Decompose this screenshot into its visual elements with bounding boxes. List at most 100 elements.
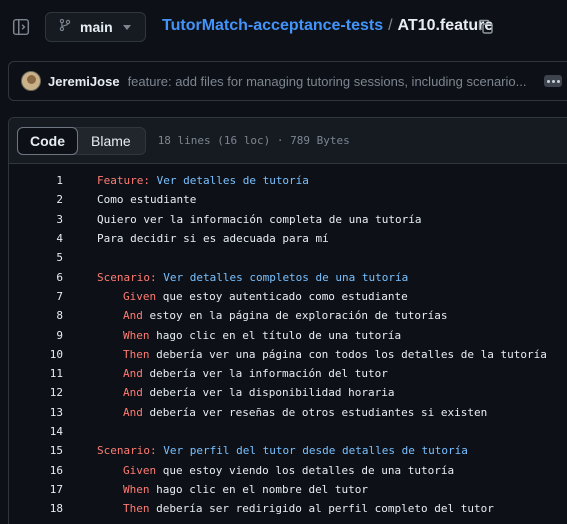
line-number[interactable]: 1: [9, 174, 63, 187]
line-content: Then debería ser redirigido al perfil co…: [97, 502, 494, 515]
line-number[interactable]: 12: [9, 386, 63, 399]
line-content: And debería ver la información del tutor: [97, 367, 388, 380]
line-content: And debería ver reseñas de otros estudia…: [97, 406, 487, 419]
git-branch-icon: [58, 18, 72, 37]
line-number[interactable]: 11: [9, 367, 63, 380]
ellipsis-icon[interactable]: [544, 75, 562, 87]
line-content: When hago clic en el nombre del tutor: [97, 483, 368, 496]
breadcrumb: TutorMatch-acceptance-tests / AT10.featu…: [162, 17, 493, 35]
gherkin-keyword: When: [123, 482, 150, 496]
line-content: Given que estoy viendo los detalles de u…: [97, 464, 454, 477]
line-text: debería ser redirigido al perfil complet…: [149, 502, 494, 516]
line-number[interactable]: 13: [9, 406, 63, 419]
gherkin-keyword: Feature:: [97, 174, 150, 188]
code-line: 3 Quiero ver la información completa de u…: [9, 210, 567, 229]
gherkin-keyword: Given: [123, 289, 157, 303]
file-viewer: Code Blame 18 lines (16 loc) · 789 Bytes…: [8, 117, 567, 524]
line-text: que estoy viendo los detalles de una tut…: [156, 463, 455, 477]
tab-code[interactable]: Code: [17, 126, 78, 155]
gherkin-keyword: Then: [123, 502, 150, 516]
gherkin-keyword: And: [123, 367, 143, 381]
line-text: hago clic en el título de una tutoría: [149, 328, 402, 342]
line-content: And estoy en la página de exploración de…: [97, 309, 448, 322]
gherkin-keyword: Given: [123, 463, 157, 477]
line-content: Feature: Ver detalles de tutoría: [97, 174, 309, 187]
gherkin-keyword: Then: [123, 347, 150, 361]
line-number[interactable]: 10: [9, 348, 63, 361]
gherkin-keyword: Scenario:: [97, 444, 157, 458]
file-topbar: main TutorMatch-acceptance-tests / AT10.…: [0, 0, 567, 56]
latest-commit-bar: JeremiJose feature: add files for managi…: [8, 61, 567, 101]
gherkin-keyword: And: [123, 405, 143, 419]
code-line: 9 When hago clic en el título de una tuto…: [9, 325, 567, 344]
gherkin-keyword: Scenario:: [97, 270, 157, 284]
line-number[interactable]: 6: [9, 271, 63, 284]
line-text: Para decidir si es adecuada para mí: [97, 232, 329, 246]
commit-author[interactable]: JeremiJose: [48, 74, 120, 89]
code-line: 10 Then debería ver una página con todos …: [9, 345, 567, 364]
line-number[interactable]: 5: [9, 251, 63, 264]
code-line: 15 Scenario: Ver perfil del tutor desde d…: [9, 441, 567, 460]
line-text: que estoy autenticado como estudiante: [156, 289, 408, 303]
line-number[interactable]: 3: [9, 213, 63, 226]
line-text: debería ver reseñas de otros estudiantes…: [142, 405, 488, 419]
line-number[interactable]: 17: [9, 483, 63, 496]
line-text: estoy en la página de exploración de tut…: [142, 309, 448, 323]
line-number[interactable]: 16: [9, 464, 63, 477]
view-mode-toggle: Code Blame: [17, 126, 146, 155]
code-line: 2 Como estudiante: [9, 190, 567, 209]
code-listing: 1 Feature: Ver detalles de tutoría 2 Como e…: [9, 171, 567, 518]
copy-path-icon[interactable]: [478, 19, 494, 35]
line-number[interactable]: 8: [9, 309, 63, 322]
breadcrumb-repo-link[interactable]: TutorMatch-acceptance-tests: [162, 17, 383, 35]
line-content: Para decidir si es adecuada para mí: [97, 232, 329, 245]
gherkin-title: Ver detalles completos de una tutoría: [156, 270, 409, 284]
gherkin-title: Ver detalles de tutoría: [149, 174, 309, 188]
gherkin-title: Ver perfil del tutor desde detalles de t…: [156, 444, 468, 458]
code-line: 12 And debería ver la disponibilidad hora…: [9, 383, 567, 402]
code-line: 16 Given que estoy viendo los detalles de…: [9, 460, 567, 479]
line-number[interactable]: 14: [9, 425, 63, 438]
tab-blame[interactable]: Blame: [77, 128, 145, 154]
line-number[interactable]: 18: [9, 502, 63, 515]
line-content: Quiero ver la información completa de un…: [97, 213, 422, 226]
line-content: Scenario: Ver detalles completos de una …: [97, 271, 408, 284]
code-line: 18 Then debería ser redirigido al perfil …: [9, 499, 567, 518]
line-content: Then debería ver una página con todos lo…: [97, 348, 547, 361]
file-header: Code Blame 18 lines (16 loc) · 789 Bytes: [9, 118, 567, 164]
branch-name: main: [80, 19, 113, 35]
code-line: 6 Scenario: Ver detalles completos de una…: [9, 267, 567, 286]
code-line: 14: [9, 422, 567, 441]
gherkin-keyword: And: [123, 386, 143, 400]
line-text: hago clic en el nombre del tutor: [149, 482, 369, 496]
line-content: When hago clic en el título de una tutor…: [97, 329, 401, 342]
line-text: debería ver la disponibilidad horaria: [142, 386, 395, 400]
code-line: 1 Feature: Ver detalles de tutoría: [9, 171, 567, 190]
commit-message[interactable]: feature: add files for managing tutoring…: [128, 74, 531, 89]
line-number[interactable]: 7: [9, 290, 63, 303]
line-number[interactable]: 2: [9, 193, 63, 206]
code-line: 11 And debería ver la información del tut…: [9, 364, 567, 383]
line-text: debería ver una página con todos los det…: [149, 347, 547, 361]
gherkin-keyword: And: [123, 309, 143, 323]
line-content: Scenario: Ver perfil del tutor desde det…: [97, 444, 468, 457]
chevron-down-icon: [123, 25, 131, 30]
sidebar-toggle-icon[interactable]: [12, 18, 30, 36]
code-line: 8 And estoy en la página de exploración d…: [9, 306, 567, 325]
line-content: Given que estoy autenticado como estudia…: [97, 290, 408, 303]
line-text: debería ver la información del tutor: [142, 367, 388, 381]
avatar[interactable]: [21, 71, 41, 91]
code-line: 7 Given que estoy autenticado como estudi…: [9, 287, 567, 306]
code-line: 17 When hago clic en el nombre del tutor: [9, 480, 567, 499]
line-number[interactable]: 9: [9, 329, 63, 342]
code-line: 5: [9, 248, 567, 267]
line-number[interactable]: 15: [9, 444, 63, 457]
code-line: 13 And debería ver reseñas de otros estud…: [9, 403, 567, 422]
line-text: Quiero ver la información completa de un…: [97, 212, 422, 226]
file-stats: 18 lines (16 loc) · 789 Bytes: [157, 134, 350, 147]
branch-selector-button[interactable]: main: [45, 12, 146, 42]
line-number[interactable]: 4: [9, 232, 63, 245]
breadcrumb-separator: /: [388, 17, 393, 34]
line-text: Como estudiante: [97, 193, 197, 207]
line-content: Como estudiante: [97, 193, 196, 206]
